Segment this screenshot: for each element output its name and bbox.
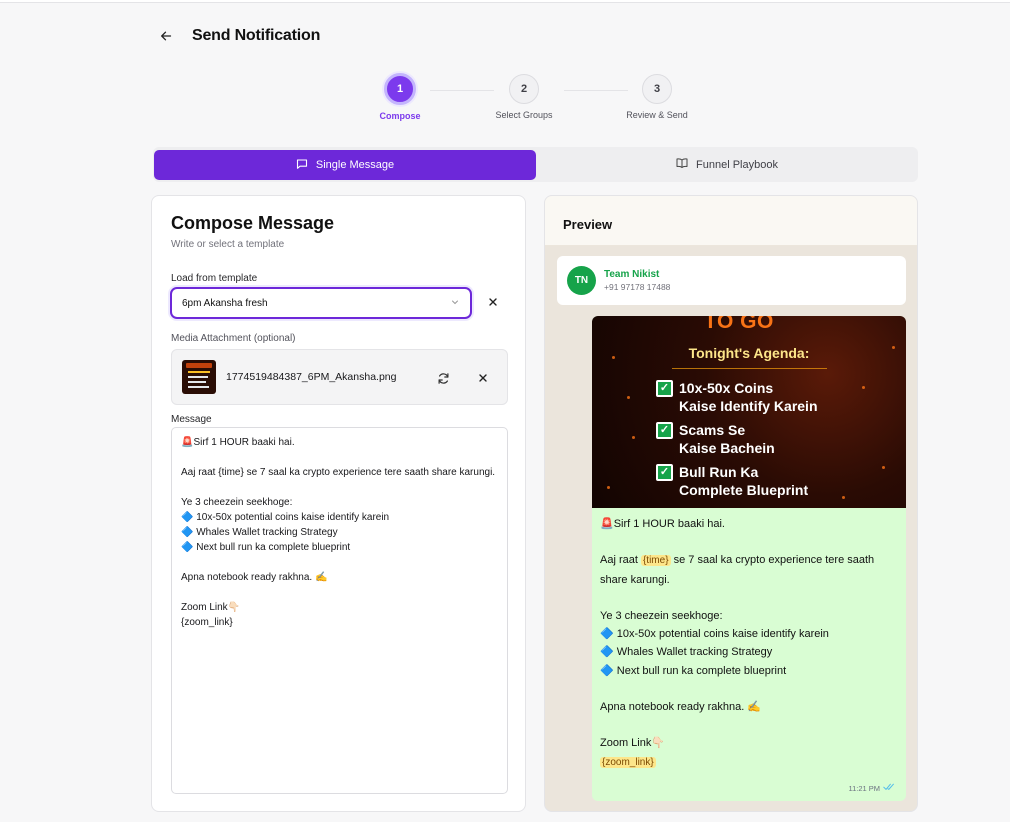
step-compose[interactable]: 1 Compose (350, 73, 450, 121)
media-label: Media Attachment (optional) (171, 333, 296, 344)
step-label: Compose (379, 111, 421, 121)
step-review-send[interactable]: 3 Review & Send (607, 74, 707, 120)
poster-image: TO GO Tonight's Agenda: ✓ 10x-50x Coins K… (592, 316, 906, 508)
avatar: TN (567, 266, 596, 295)
step-select-groups[interactable]: 2 Select Groups (474, 74, 574, 120)
message-time: 11:21 PM (848, 783, 880, 793)
step-label: Select Groups (495, 110, 553, 120)
tab-label: Single Message (315, 159, 395, 171)
mode-tabs: Single Message Funnel Playbook (153, 147, 918, 182)
double-check-icon (883, 783, 896, 793)
check-icon: ✓ (656, 380, 673, 397)
poster-agenda-title: Tonight's Agenda: (688, 345, 810, 361)
preview-card: Preview TN Team Nikist +91 97178 17488 T… (544, 195, 918, 812)
media-attachment: 1774519484387_6PM_Akansha.png (171, 349, 508, 405)
tab-funnel-playbook[interactable]: Funnel Playbook (536, 147, 918, 182)
back-arrow-icon[interactable] (156, 26, 176, 46)
zoom-link-variable-chip: {zoom_link} (600, 756, 656, 768)
page-header: Send Notification (156, 26, 320, 46)
poster-item: ✓ 10x-50x Coins Kaise Identify Karein (656, 379, 818, 415)
step-number: 1 (384, 73, 416, 105)
page-title: Send Notification (192, 27, 321, 44)
poster-item: ✓ Scams Se Kaise Bachein (656, 421, 775, 457)
compose-subheading: Write or select a template (171, 239, 285, 250)
remove-media-close-icon[interactable] (475, 370, 491, 386)
template-value: 6pm Akansha fresh (182, 297, 268, 309)
book-open-icon (676, 157, 688, 172)
poster-top-text: TO GO (704, 316, 774, 333)
message-textarea[interactable]: 🚨Sirf 1 HOUR baaki hai. Aaj raat {time} … (171, 427, 508, 794)
tab-label: Funnel Playbook (696, 158, 778, 171)
poster-divider (672, 368, 827, 369)
contact-phone: +91 97178 17488 (604, 282, 671, 292)
contact-name: Team Nikist (604, 269, 660, 280)
chevron-down-icon (450, 297, 460, 310)
compose-heading: Compose Message (171, 213, 335, 233)
time-variable-chip: {time} (640, 555, 671, 567)
preview-heading: Preview (563, 217, 613, 232)
message-bubble: TO GO Tonight's Agenda: ✓ 10x-50x Coins K… (592, 316, 906, 801)
compose-card: Compose Message Write or select a templa… (151, 195, 526, 812)
message-meta: 11:21 PM (848, 783, 896, 793)
top-bar (0, 0, 1010, 3)
template-label: Load from template (171, 273, 258, 284)
poster-item: ✓ Bull Run Ka Complete Blueprint (656, 463, 808, 499)
clear-template-close-icon[interactable] (485, 294, 501, 310)
step-number: 2 (509, 74, 539, 104)
step-label: Review & Send (626, 110, 688, 120)
message-square-icon (296, 158, 308, 173)
template-select[interactable]: 6pm Akansha fresh (170, 287, 472, 319)
stepper: 1 Compose 2 Select Groups 3 Review & Sen… (360, 73, 710, 124)
replace-refresh-icon[interactable] (435, 370, 451, 386)
media-thumbnail (182, 360, 216, 394)
contact-header: TN Team Nikist +91 97178 17488 (557, 256, 906, 305)
tab-single-message[interactable]: Single Message (154, 150, 536, 180)
preview-message-text: 🚨Sirf 1 HOUR baaki hai. Aaj raat {time} … (600, 518, 878, 768)
message-label: Message (171, 414, 212, 425)
check-icon: ✓ (656, 464, 673, 481)
check-icon: ✓ (656, 422, 673, 439)
media-filename: 1774519484387_6PM_Akansha.png (226, 371, 397, 383)
preview-header: Preview (545, 196, 917, 246)
step-number: 3 (642, 74, 672, 104)
